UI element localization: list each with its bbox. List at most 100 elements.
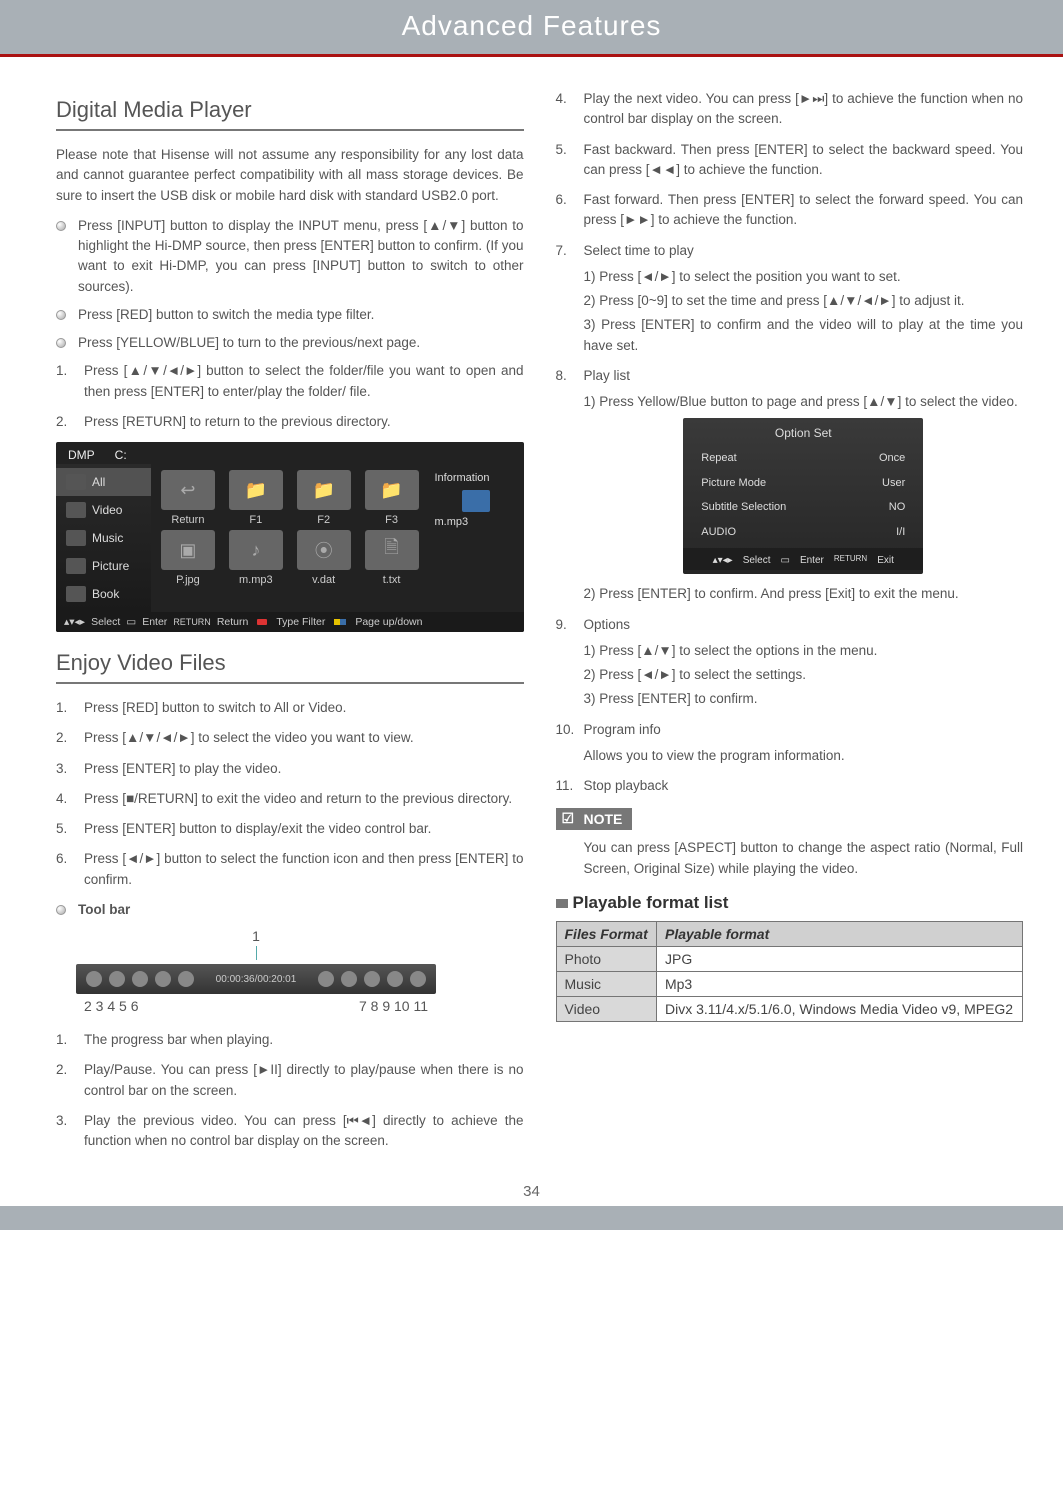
file-cell[interactable]: 🗎 t.txt (363, 530, 421, 586)
rule (56, 682, 524, 684)
file-cell[interactable]: 📁F3 (363, 470, 421, 526)
sub-item: Allows you to view the program informati… (584, 746, 1024, 766)
sub-item: 1) Press [◄/►] to select the position yo… (584, 267, 1024, 287)
list-item: Select time to play 1) Press [◄/►] to se… (556, 241, 1024, 356)
td-value: Divx 3.11/4.x/5.1/6.0, Windows Media Vid… (656, 996, 1022, 1021)
dmp-info-pane: Information m.mp3 (429, 464, 524, 612)
yellow-blue-icon (334, 619, 346, 625)
info-filename: m.mp3 (435, 516, 518, 528)
stop-icon[interactable] (410, 971, 426, 987)
opt-key: Subtitle Selection (701, 499, 786, 516)
opt-key: AUDIO (701, 524, 736, 541)
file-cell[interactable]: ↩Return (159, 470, 217, 526)
format-table: Files Format Playable format PhotoJPG Mu… (556, 921, 1024, 1022)
text-file-icon: 🗎 (365, 530, 419, 570)
option-legend: ▴▾◂▸Select ▭Enter RETURNExit (683, 548, 923, 570)
legend-return: Return (217, 616, 249, 628)
file-label: t.txt (363, 574, 421, 586)
sidebar-label: Book (92, 587, 119, 601)
list-item: Press [▲/▼/◄/►] to select the video you … (56, 728, 524, 748)
legend-enter: Enter (142, 616, 167, 628)
sub-item: 1) Press Yellow/Blue button to page and … (584, 392, 1024, 412)
list-item: Fast backward. Then press [ENTER] to sel… (556, 140, 1024, 181)
sub-item: 3) Press [ENTER] to confirm and the vide… (584, 315, 1024, 356)
page-header: Advanced Features (0, 0, 1063, 57)
opt-val: User (882, 475, 905, 492)
rule (56, 129, 524, 131)
left-column: Digital Media Player Please note that Hi… (56, 89, 524, 1161)
sidebar-item-book[interactable]: Book (56, 580, 151, 608)
list-item: Press [▲/▼/◄/►] button to select the fol… (56, 361, 524, 402)
list-text: Select time to play (584, 243, 694, 258)
toolbar-time: 00:00:36/00:20:01 (201, 974, 311, 985)
ok-icon: ▭ (781, 553, 790, 568)
arrows-icon: ▴▾◂▸ (713, 553, 733, 568)
file-cell[interactable]: 📁F2 (295, 470, 353, 526)
sub-item: 2) Press [0~9] to set the time and press… (584, 291, 1024, 311)
fast-forward-icon[interactable] (178, 971, 194, 987)
settings-icon[interactable] (364, 971, 380, 987)
list-item: Press [◄/►] button to select the functio… (56, 849, 524, 890)
next-track-icon[interactable] (132, 971, 148, 987)
video-icon (66, 502, 86, 518)
bullet-list: Press [INPUT] button to display the INPU… (56, 216, 524, 354)
option-row[interactable]: RepeatOnce (683, 446, 923, 471)
sidebar-label: Picture (92, 559, 129, 573)
legend-page: Page up/down (355, 616, 422, 628)
sidebar-item-picture[interactable]: Picture (56, 552, 151, 580)
sub-item: 1) Press [▲/▼] to select the options in … (584, 641, 1024, 661)
list-text: Options (584, 617, 631, 632)
list-item: Play/Pause. You can press [►II] directly… (56, 1060, 524, 1101)
toolbar-figure: 1 00:00:36/00:20:01 2 3 4 5 (76, 928, 436, 1014)
file-label: P.jpg (159, 574, 217, 586)
folder-icon: 📁 (229, 470, 283, 510)
list-item: Play the next video. You can press [►⏭] … (556, 89, 1024, 130)
td-value: JPG (656, 946, 1022, 971)
music-icon (66, 530, 86, 546)
option-row[interactable]: Subtitle SelectionNO (683, 495, 923, 520)
list-item: Play the previous video. You can press [… (56, 1111, 524, 1152)
option-set-title: Option Set (683, 424, 923, 446)
list-item: The progress bar when playing. (56, 1030, 524, 1050)
list-item: Press [ENTER] button to display/exit the… (56, 819, 524, 839)
opt-key: Repeat (701, 450, 736, 467)
list-text: Program info (584, 722, 661, 737)
rewind-icon[interactable] (155, 971, 171, 987)
sidebar-item-video[interactable]: Video (56, 496, 151, 524)
file-label: F2 (295, 514, 353, 526)
legend-txt: Select (743, 553, 771, 568)
sidebar-label: Video (92, 503, 122, 517)
file-cell[interactable]: 📁F1 (227, 470, 285, 526)
footer-band (0, 1206, 1063, 1230)
file-label: F3 (363, 514, 421, 526)
file-cell[interactable]: ▣P.jpg (159, 530, 217, 586)
play-pause-icon[interactable] (86, 971, 102, 987)
legend-select: Select (91, 616, 120, 628)
right-column: Play the next video. You can press [►⏭] … (556, 89, 1024, 1161)
clock-icon[interactable] (318, 971, 334, 987)
option-set-panel: Option Set RepeatOnce Picture ModeUser S… (683, 418, 923, 574)
numbered-list: Press [▲/▼/◄/►] button to select the fol… (56, 361, 524, 432)
th-files-format: Files Format (556, 921, 656, 946)
table-row: PhotoJPG (556, 946, 1023, 971)
toolbar-callout-1: 1 (76, 928, 436, 944)
option-row[interactable]: AUDIOI/I (683, 520, 923, 545)
file-cell[interactable]: ♪m.mp3 (227, 530, 285, 586)
file-label: Return (159, 514, 217, 526)
page-number: 34 (0, 1183, 1063, 1200)
sidebar-item-music[interactable]: Music (56, 524, 151, 552)
playlist-icon[interactable] (341, 971, 357, 987)
all-icon (66, 474, 86, 490)
info-icon[interactable] (387, 971, 403, 987)
td-value: Mp3 (656, 971, 1022, 996)
note-block: NOTE You can press [ASPECT] button to ch… (556, 808, 1024, 879)
sidebar-item-all[interactable]: All (56, 468, 151, 496)
list-item: Stop playback (556, 776, 1024, 796)
sub-item: 2) Press [ENTER] to confirm. And press [… (584, 584, 1024, 604)
prev-track-icon[interactable] (109, 971, 125, 987)
sidebar-label: Music (92, 531, 123, 545)
option-row[interactable]: Picture ModeUser (683, 471, 923, 496)
file-cell[interactable]: ⦿v.dat (295, 530, 353, 586)
video-file-icon: ⦿ (297, 530, 351, 570)
video-toolbar: 00:00:36/00:20:01 (76, 964, 436, 994)
